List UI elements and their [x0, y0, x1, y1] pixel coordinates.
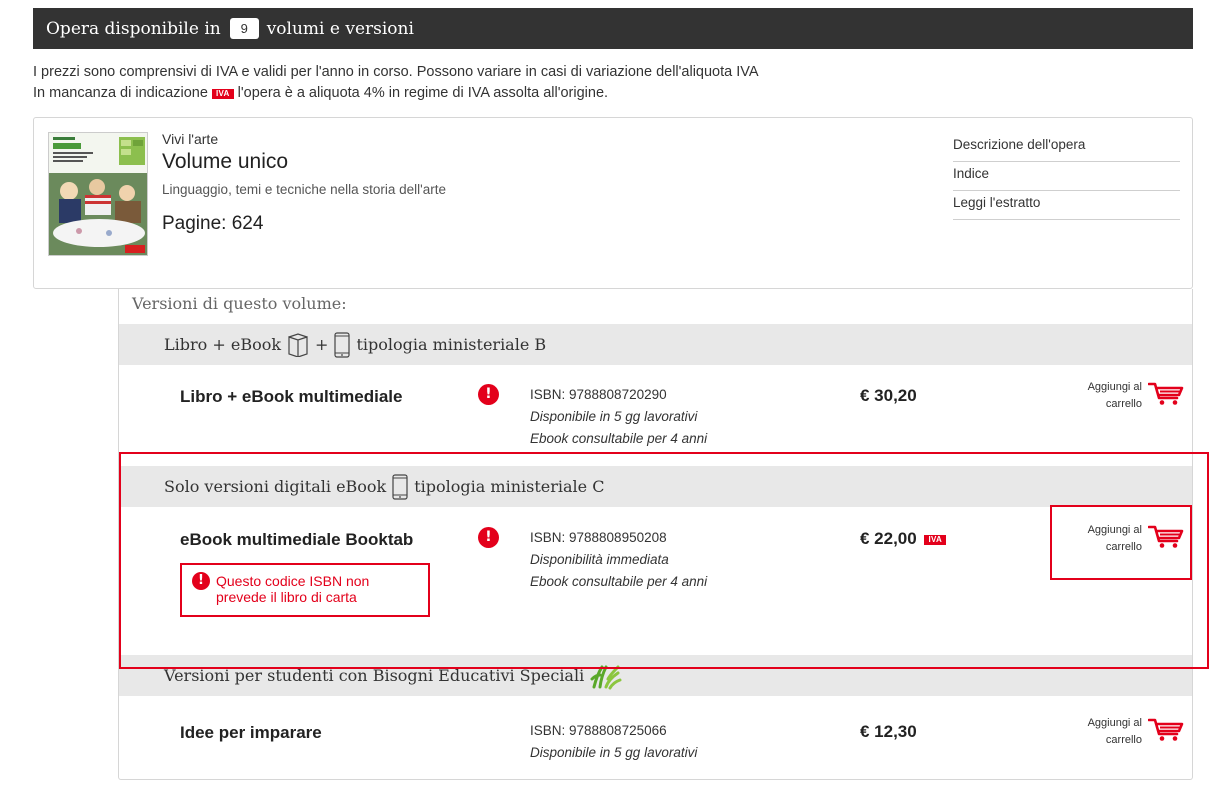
- series-name: Vivi l'arte: [162, 131, 219, 147]
- availability-text: Disponibilità immediata: [530, 552, 669, 567]
- add-to-cart-label: Aggiungi al carrello: [1088, 715, 1142, 749]
- cart-label-line1: Aggiungi al: [1087, 381, 1142, 393]
- book-icon: [287, 332, 309, 357]
- header-title-suffix: volumi e versioni: [266, 18, 414, 39]
- iva-badge: IVA: [211, 89, 234, 99]
- price: € 22,00 IVA: [860, 529, 947, 549]
- isbn-warning: ! Questo codice ISBN non prevede il libr…: [180, 563, 430, 617]
- volume-card: Vivi l'arte Volume unico Linguaggio, tem…: [33, 117, 1193, 289]
- link-leggi-estratto[interactable]: Leggi l'estratto: [953, 191, 1180, 220]
- price-notice-line1: I prezzi sono comprensivi di IVA e valid…: [33, 64, 759, 80]
- group-label: Versioni per studenti con Bisogni Educat…: [164, 666, 585, 685]
- add-to-cart-label: Aggiungi al carrello: [1088, 379, 1142, 413]
- volume-title: Volume unico: [162, 150, 289, 173]
- header-title-prefix: Opera disponibile in: [46, 18, 221, 39]
- add-to-cart-button[interactable]: Aggiungi al carrello: [1074, 379, 1184, 415]
- group-label: Solo versioni digitali eBook: [164, 477, 387, 496]
- version-name: Libro + eBook multimediale: [180, 387, 403, 406]
- isbn-code: ISBN: 9788808725066: [530, 723, 667, 738]
- group-bes: Versioni per studenti con Bisogni Educat…: [119, 655, 1192, 696]
- iva-badge: IVA: [924, 535, 947, 545]
- price-notice: I prezzi sono comprensivi di IVA e valid…: [33, 62, 759, 104]
- price-notice-prefix: In mancanza di indicazione: [33, 85, 208, 101]
- volume-links: Descrizione dell'opera Indice Leggi l'es…: [953, 133, 1180, 220]
- ebook-note: Ebook consultabile per 4 anni: [530, 574, 708, 589]
- cart-icon: [1148, 525, 1184, 548]
- version-details: ISBN: 9788808725066 Disponibile in 5 gg …: [530, 720, 697, 764]
- cart-label-line2: carrello: [1105, 541, 1142, 553]
- group-label: Libro + eBook: [164, 335, 282, 354]
- price: € 30,20: [860, 386, 917, 405]
- volume-subtitle: Linguaggio, temi e tecniche nella storia…: [162, 182, 447, 197]
- page-header: Opera disponibile in 9 volumi e versioni: [33, 8, 1193, 49]
- add-to-cart-button[interactable]: Aggiungi al carrello: [1074, 715, 1184, 751]
- cart-label-line2: carrello: [1105, 734, 1142, 746]
- group-solo-digitale: Solo versioni digitali eBook tipologia m…: [119, 466, 1192, 507]
- price: € 12,30: [860, 722, 917, 741]
- info-icon[interactable]: !: [478, 527, 499, 548]
- availability-text: Disponibile in 5 gg lavorativi: [530, 409, 698, 424]
- group-plus: +: [315, 335, 329, 354]
- price-notice-suffix: l'opera è a aliquota 4% in regime di IVA…: [237, 85, 609, 101]
- isbn-code: ISBN: 9788808950208: [530, 530, 667, 545]
- cart-icon: [1148, 718, 1184, 741]
- info-icon[interactable]: !: [478, 384, 499, 405]
- volume-count-badge: 9: [229, 18, 259, 39]
- page-count: Pagine: 624: [162, 213, 264, 234]
- price-notice-line2: In mancanza di indicazione IVA l'opera è…: [33, 83, 759, 104]
- warning-text: Questo codice ISBN non prevede il libro …: [216, 573, 370, 605]
- warning-icon: !: [192, 572, 210, 590]
- version-details: ISBN: 9788808720290 Disponibile in 5 gg …: [530, 384, 707, 450]
- group-tipologia: tipologia ministeriale C: [414, 477, 605, 496]
- tablet-icon: [392, 473, 408, 500]
- book-cover-image[interactable]: [48, 132, 148, 256]
- isbn-code: ISBN: 9788808720290: [530, 387, 667, 402]
- ebook-note: Ebook consultabile per 4 anni: [530, 431, 708, 446]
- cart-label-line1: Aggiungi al: [1087, 524, 1142, 536]
- add-to-cart-button[interactable]: Aggiungi al carrello: [1074, 522, 1184, 558]
- cart-label-line2: carrello: [1105, 398, 1142, 410]
- version-name: eBook multimediale Booktab: [180, 530, 414, 549]
- cart-icon: [1148, 382, 1184, 405]
- version-name: Idee per imparare: [180, 723, 322, 742]
- add-to-cart-label: Aggiungi al carrello: [1088, 522, 1142, 556]
- link-descrizione-opera[interactable]: Descrizione dell'opera: [953, 133, 1180, 162]
- group-tipologia: tipologia ministeriale B: [356, 335, 547, 354]
- cart-label-line1: Aggiungi al: [1087, 717, 1142, 729]
- group-libro-ebook: Libro + eBook + tipologia ministeriale B: [119, 324, 1192, 365]
- tablet-icon: [334, 331, 351, 358]
- versions-heading: Versioni di questo volume:: [132, 294, 347, 313]
- price-value: € 22,00: [860, 529, 917, 548]
- hands-icon: [590, 661, 622, 691]
- link-indice[interactable]: Indice: [953, 162, 1180, 191]
- versions-panel: Versioni di questo volume: Libro + eBook…: [118, 289, 1193, 780]
- availability-text: Disponibile in 5 gg lavorativi: [530, 745, 698, 760]
- version-details: ISBN: 9788808950208 Disponibilità immedi…: [530, 527, 707, 593]
